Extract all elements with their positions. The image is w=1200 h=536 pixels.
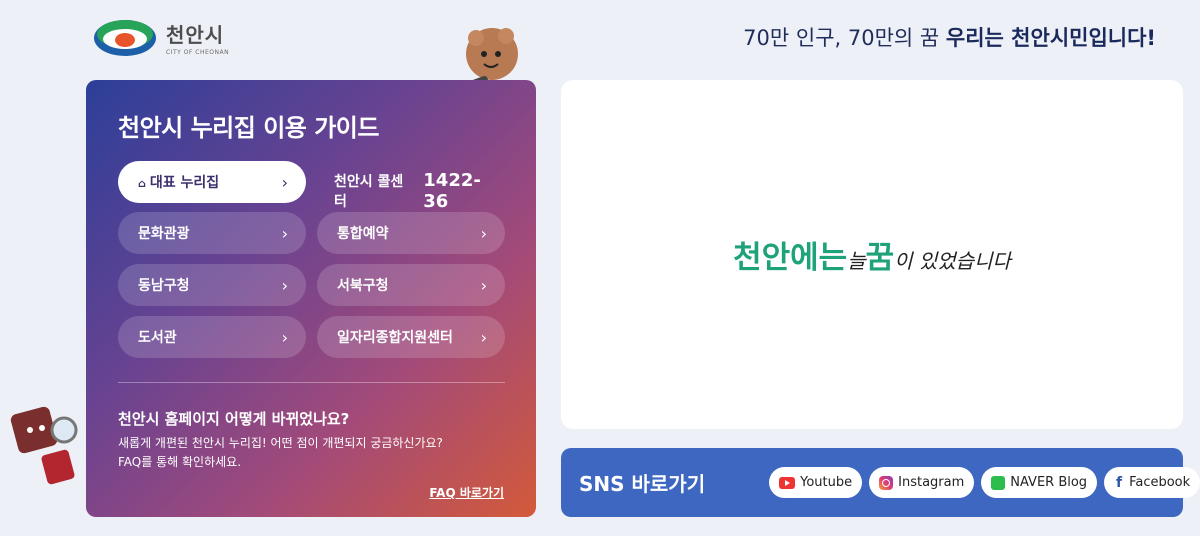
seobuk-gu-button[interactable]: 서북구청 › <box>317 264 505 306</box>
chevron-right-icon: › <box>281 172 288 192</box>
callcenter-info: 천안시 콜센터 1422-36 <box>334 170 505 212</box>
callcenter-number: 1422-36 <box>423 170 481 212</box>
banner-text-4: 이 있었습니다 <box>894 249 1011 273</box>
cheonan-logo[interactable]: 천안시 CITY OF CHEONAN <box>92 14 229 60</box>
integrated-reservation-label: 통합예약 <box>337 226 389 242</box>
banner-text: 천안에는 늘 꿈 이 있었습니다 <box>733 232 1011 277</box>
library-label: 도서관 <box>138 330 177 346</box>
faq-title: 천안시 홈페이지 어떻게 바뀌었나요? <box>118 410 350 428</box>
callcenter-label: 천안시 콜센터 <box>334 174 404 210</box>
slogan-bold: 우리는 천안시민입니다! <box>945 26 1156 50</box>
logo-title: 천안시 <box>166 22 225 47</box>
instagram-link[interactable]: Instagram <box>869 467 975 498</box>
dongnam-gu-button[interactable]: 동남구청 › <box>118 264 306 306</box>
chevron-right-icon: › <box>281 275 288 295</box>
slogan-prefix: 70만 인구, 70만의 꿈 <box>743 26 946 50</box>
sns-title: SNS 바로가기 <box>579 472 706 496</box>
youtube-icon <box>779 476 796 489</box>
culture-tour-label: 문화관광 <box>138 226 190 242</box>
chevron-right-icon: › <box>480 327 487 347</box>
sns-list: Youtube Instagram NAVER Blog f Facebook <box>769 467 1200 498</box>
divider <box>118 382 505 383</box>
facebook-icon: f <box>1116 474 1123 491</box>
guide-title: 천안시 누리집 이용 가이드 <box>118 114 379 142</box>
library-button[interactable]: 도서관 › <box>118 316 306 358</box>
naver-blog-link[interactable]: NAVER Blog <box>981 467 1098 498</box>
naver-blog-icon <box>991 475 1006 490</box>
seobuk-gu-label: 서북구청 <box>337 278 389 294</box>
banner-text-2: 늘 <box>847 249 866 273</box>
main-banner[interactable]: 천안에는 늘 꿈 이 있었습니다 <box>561 80 1183 429</box>
home-icon: ⌂ <box>138 177 146 190</box>
instagram-icon <box>879 475 894 490</box>
banner-text-3: 꿈 <box>865 240 895 276</box>
job-center-button[interactable]: 일자리종합지원센터 › <box>317 316 505 358</box>
chevron-right-icon: › <box>281 223 288 243</box>
sns-bar: SNS 바로가기 Youtube Instagram NAVER Blog f … <box>561 448 1200 517</box>
faq-desc-line-2: FAQ를 통해 확인하세요. <box>118 455 242 469</box>
integrated-reservation-button[interactable]: 통합예약 › <box>317 212 505 254</box>
culture-tour-button[interactable]: 문화관광 › <box>118 212 306 254</box>
faq-link[interactable]: FAQ 바로가기 <box>429 484 504 501</box>
logo-subtitle: CITY OF CHEONAN <box>166 48 230 56</box>
youtube-label: Youtube <box>800 475 853 490</box>
faq-description: 새롭게 개편된 천안시 누리집! 어떤 점이 개편되지 궁금하신가요? FAQ를… <box>118 434 498 472</box>
mascot-detective-icon <box>10 406 78 485</box>
chevron-right-icon: › <box>281 327 288 347</box>
cheonan-emblem-icon <box>94 20 156 56</box>
youtube-link[interactable]: Youtube <box>769 467 863 498</box>
dongnam-gu-label: 동남구청 <box>138 278 190 294</box>
faq-desc-line-1: 새롭게 개편된 천안시 누리집! 어떤 점이 개편되지 궁금하신가요? <box>118 436 443 450</box>
guide-card: 천안시 누리집 이용 가이드 ⌂ 대표 누리집 › 천안시 콜센터 1422-36… <box>86 80 536 517</box>
chevron-right-icon: › <box>480 275 487 295</box>
logo-text: 천안시 CITY OF CHEONAN <box>166 19 229 56</box>
naver-blog-label: NAVER Blog <box>1010 475 1088 490</box>
main-site-text: 대표 누리집 <box>149 175 220 191</box>
banner-text-1: 천안에는 <box>733 240 848 276</box>
main-site-button[interactable]: ⌂ 대표 누리집 › <box>118 161 306 203</box>
main-site-label: ⌂ 대표 누리집 <box>138 172 219 192</box>
facebook-label: Facebook <box>1129 475 1191 490</box>
slogan: 70만 인구, 70만의 꿈 우리는 천안시민입니다! <box>743 22 1156 52</box>
chevron-right-icon: › <box>480 223 487 243</box>
job-center-label: 일자리종합지원센터 <box>337 330 453 346</box>
instagram-label: Instagram <box>898 475 965 490</box>
facebook-link[interactable]: f Facebook <box>1104 467 1200 498</box>
